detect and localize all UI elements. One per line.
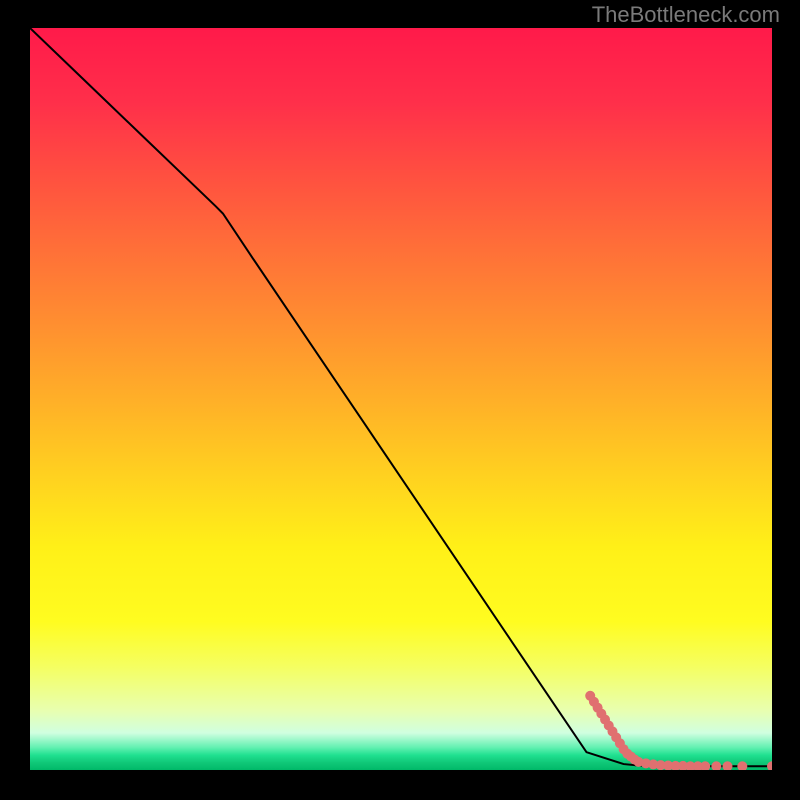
watermark-text: TheBottleneck.com [592, 2, 780, 28]
scatter-point [722, 761, 732, 770]
chart-scatter-points [585, 691, 772, 770]
chart-curve-line [30, 28, 772, 766]
scatter-point [711, 761, 721, 770]
chart-overlay-svg [30, 28, 772, 770]
scatter-point [767, 761, 772, 770]
scatter-point [700, 761, 710, 770]
scatter-point [737, 761, 747, 770]
chart-plot-area [30, 28, 772, 770]
